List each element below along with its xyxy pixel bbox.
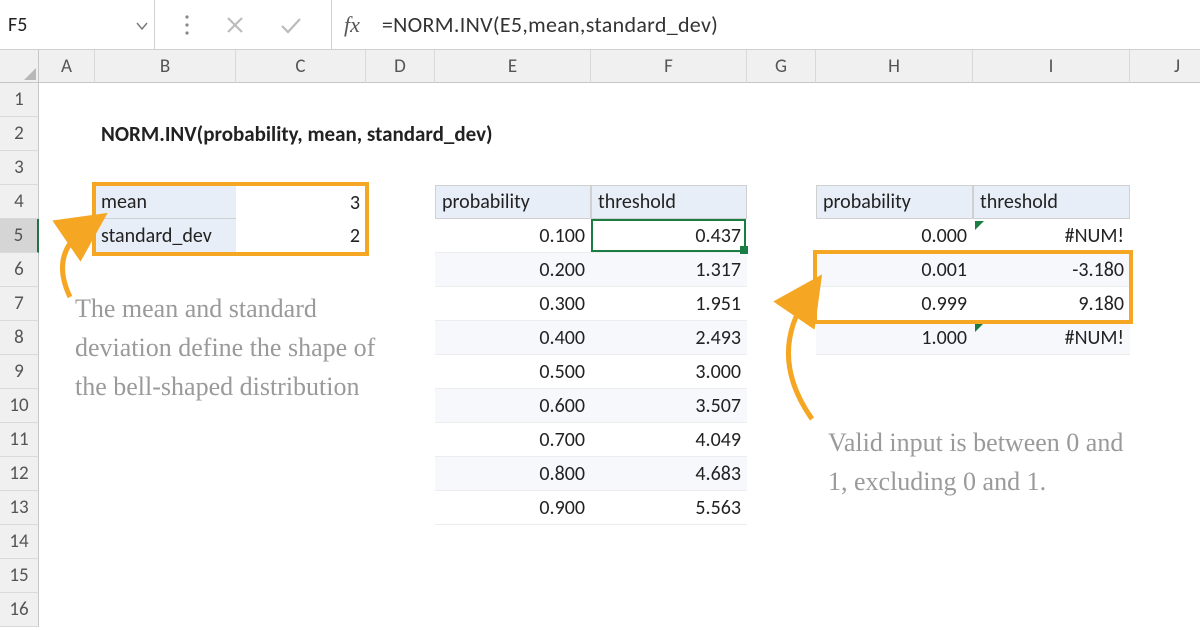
cell-E12[interactable]: 0.800	[435, 457, 591, 491]
chevron-down-icon[interactable]	[136, 13, 148, 37]
column-header-D[interactable]: D	[366, 50, 435, 83]
column-header-J[interactable]: J	[1130, 50, 1200, 83]
row-header-1[interactable]: 1	[0, 83, 39, 117]
cell-I8[interactable]: #NUM!	[973, 321, 1130, 355]
cell-E8[interactable]: 0.400	[435, 321, 591, 355]
row-header-7[interactable]: 7	[0, 287, 39, 321]
column-header-B[interactable]: B	[95, 50, 236, 83]
cell-E9[interactable]: 0.500	[435, 355, 591, 389]
row-header-12[interactable]: 12	[0, 457, 39, 491]
cell-F12[interactable]: 4.683	[591, 457, 747, 491]
column-header-C[interactable]: C	[236, 50, 366, 83]
cell-E13[interactable]: 0.900	[435, 491, 591, 525]
row-headers: 12345678910111213141516	[0, 83, 39, 630]
row-header-13[interactable]: 13	[0, 491, 39, 525]
cell-B5[interactable]: standard_dev	[95, 219, 236, 253]
name-box-value: F5	[8, 13, 27, 37]
formula-bar: F5 fx =NORM.INV(E5,mean,standard_dev)	[0, 0, 1200, 50]
cell-E5[interactable]: 0.100	[435, 219, 591, 253]
cancel-icon[interactable]	[225, 15, 245, 35]
annotation-left: The mean and standard deviation define t…	[75, 289, 410, 406]
cell-H6[interactable]: 0.001	[816, 253, 973, 287]
cell-F6[interactable]: 1.317	[591, 253, 747, 287]
column-header-I[interactable]: I	[973, 50, 1130, 83]
row-header-16[interactable]: 16	[0, 593, 39, 627]
cell-E11[interactable]: 0.700	[435, 423, 591, 457]
column-headers: ABCDEFGHIJ	[0, 50, 1200, 83]
formula-input[interactable]: =NORM.INV(E5,mean,standard_dev)	[372, 0, 1200, 49]
cell-E6[interactable]: 0.200	[435, 253, 591, 287]
cell-I5[interactable]: #NUM!	[973, 219, 1130, 253]
column-header-A[interactable]: A	[39, 50, 95, 83]
row-header-6[interactable]: 6	[0, 253, 39, 287]
name-box[interactable]: F5	[0, 0, 155, 49]
cell-H8[interactable]: 1.000	[816, 321, 973, 355]
row-header-2[interactable]: 2	[0, 117, 39, 151]
row-header-4[interactable]: 4	[0, 185, 39, 219]
cell-F7[interactable]: 1.951	[591, 287, 747, 321]
cell-F9[interactable]: 3.000	[591, 355, 747, 389]
cell-B4[interactable]: mean	[95, 185, 236, 219]
fx-label[interactable]: fx	[332, 0, 372, 49]
row-header-14[interactable]: 14	[0, 525, 39, 559]
error-indicator-icon[interactable]	[975, 323, 984, 332]
cell-I4[interactable]: threshold	[973, 185, 1130, 219]
cell-F13[interactable]: 5.563	[591, 491, 747, 525]
error-indicator-icon[interactable]	[975, 221, 984, 230]
cell-F11[interactable]: 4.049	[591, 423, 747, 457]
select-all-corner[interactable]	[0, 50, 39, 83]
worksheet[interactable]: NORM.INV(probability, mean, standard_dev…	[39, 83, 1200, 630]
cell-I6[interactable]: -3.180	[973, 253, 1130, 287]
cell-F5[interactable]: 0.437	[591, 219, 747, 253]
cell-F8[interactable]: 2.493	[591, 321, 747, 355]
column-header-G[interactable]: G	[747, 50, 816, 83]
enter-icon[interactable]	[279, 15, 303, 35]
row-header-8[interactable]: 8	[0, 321, 39, 355]
column-header-E[interactable]: E	[435, 50, 591, 83]
cell-E7[interactable]: 0.300	[435, 287, 591, 321]
row-header-15[interactable]: 15	[0, 559, 39, 593]
formula-buttons	[155, 0, 332, 49]
row-header-10[interactable]: 10	[0, 389, 39, 423]
cell-H4[interactable]: probability	[816, 185, 973, 219]
row-header-5[interactable]: 5	[0, 219, 39, 253]
row-header-11[interactable]: 11	[0, 423, 39, 457]
row-header-9[interactable]: 9	[0, 355, 39, 389]
cell-H5[interactable]: 0.000	[816, 219, 973, 253]
row-header-3[interactable]: 3	[0, 151, 39, 185]
cell-B2[interactable]: NORM.INV(probability, mean, standard_dev…	[95, 117, 747, 151]
cell-H7[interactable]: 0.999	[816, 287, 973, 321]
annotation-right: Valid input is between 0 and 1, excludin…	[828, 423, 1148, 501]
dots-icon[interactable]	[183, 13, 191, 37]
cell-I7[interactable]: 9.180	[973, 287, 1130, 321]
column-header-F[interactable]: F	[591, 50, 747, 83]
cell-C5[interactable]: 2	[236, 219, 366, 253]
cell-C4[interactable]: 3	[236, 185, 366, 219]
column-header-H[interactable]: H	[816, 50, 973, 83]
cell-E10[interactable]: 0.600	[435, 389, 591, 423]
cell-F10[interactable]: 3.507	[591, 389, 747, 423]
cell-E4[interactable]: probability	[435, 185, 591, 219]
cell-F4[interactable]: threshold	[591, 185, 747, 219]
